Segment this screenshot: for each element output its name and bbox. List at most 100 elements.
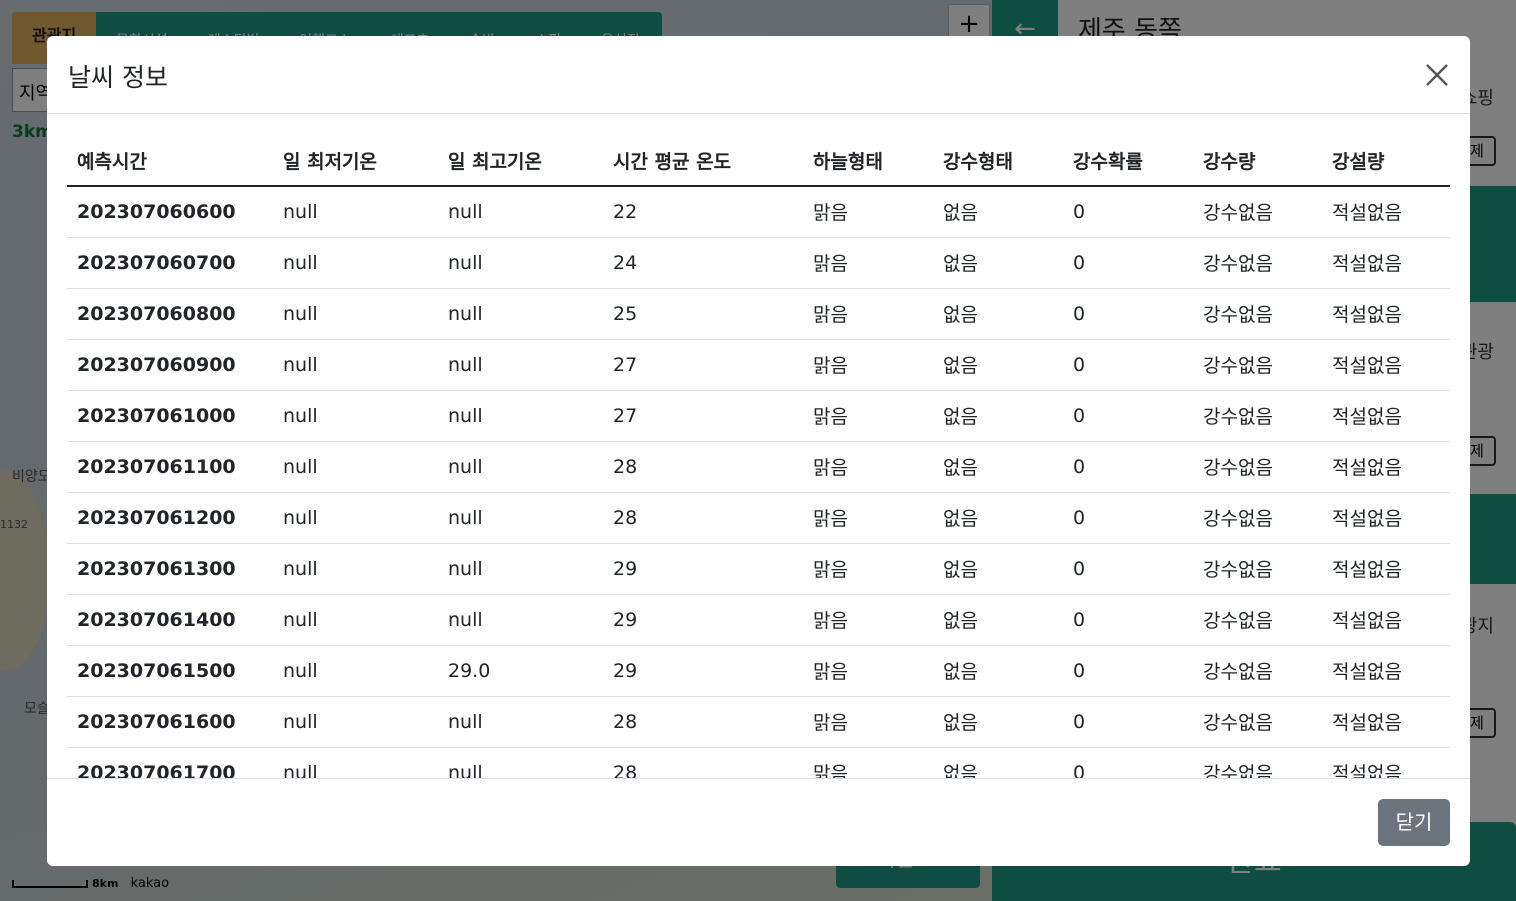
table-cell: 맑음 [803, 288, 933, 340]
table-cell: 강수없음 [1193, 237, 1322, 289]
table-cell: null [438, 747, 603, 778]
table-cell: 강수없음 [1193, 390, 1322, 442]
column-header: 강수확률 [1063, 139, 1193, 187]
column-header: 강수량 [1193, 139, 1322, 187]
table-cell: 0 [1063, 645, 1193, 697]
table-row: 202307060800 null null 25 맑음 없음 0 강수없음 적설없음 [67, 288, 1450, 340]
table-cell: 강수없음 [1193, 696, 1322, 748]
column-header: 일 최저기온 [273, 139, 438, 187]
table-row: 202307061600 null null 28 맑음 없음 0 강수없음 적설없음 [67, 696, 1450, 748]
table-cell: 강수없음 [1193, 645, 1322, 697]
table-row: 202307061100 null null 28 맑음 없음 0 강수없음 적설없음 [67, 441, 1450, 493]
table-cell: 없음 [933, 186, 1063, 238]
weather-table: 예측시간 일 최저기온 일 최고기온 시간 평균 온도 하늘형태 강수형태 강수확률 강수량 강… [67, 139, 1450, 778]
table-cell: 적설없음 [1322, 645, 1450, 697]
table-cell: null [273, 441, 438, 493]
modal-body[interactable]: 예측시간 일 최저기온 일 최고기온 시간 평균 온도 하늘형태 강수형태 강수확률 강수량 강… [47, 115, 1470, 778]
table-cell: null [438, 237, 603, 289]
table-row: 202307060600 null null 22 맑음 없음 0 강수없음 적설없음 [67, 186, 1450, 238]
table-cell: 202307061100 [67, 441, 273, 493]
column-header: 강수형태 [933, 139, 1063, 187]
table-cell: 0 [1063, 441, 1193, 493]
table-cell: null [273, 288, 438, 340]
table-cell: 202307060700 [67, 237, 273, 289]
table-cell: null [438, 441, 603, 493]
table-cell: 강수없음 [1193, 747, 1322, 778]
weather-modal: 날씨 정보 예측시간 일 최저기온 일 최고기온 시간 평균 온도 하늘형태 강수형태 강수… [47, 36, 1470, 866]
column-header: 일 최고기온 [438, 139, 603, 187]
table-cell: null [273, 696, 438, 748]
table-row: 202307061400 null null 29 맑음 없음 0 강수없음 적설없음 [67, 594, 1450, 646]
table-cell: 강수없음 [1193, 492, 1322, 544]
table-cell: null [273, 543, 438, 595]
table-cell: null [438, 186, 603, 238]
table-cell: null [273, 492, 438, 544]
table-cell: 없음 [933, 747, 1063, 778]
table-cell: 없음 [933, 237, 1063, 289]
table-cell: 맑음 [803, 186, 933, 238]
table-cell: 없음 [933, 543, 1063, 595]
table-cell: 없음 [933, 645, 1063, 697]
table-cell: 맑음 [803, 339, 933, 391]
table-cell: 29.0 [438, 645, 603, 697]
table-cell: null [273, 645, 438, 697]
table-cell: null [438, 390, 603, 442]
table-row: 202307061500 null 29.0 29 맑음 없음 0 강수없음 적설없음 [67, 645, 1450, 697]
column-header: 강설량 [1322, 139, 1450, 187]
table-cell: null [273, 339, 438, 391]
table-cell: 없음 [933, 390, 1063, 442]
table-cell: 강수없음 [1193, 441, 1322, 493]
table-cell: 24 [603, 237, 803, 289]
table-cell: 0 [1063, 390, 1193, 442]
table-cell: null [273, 594, 438, 646]
table-cell: 맑음 [803, 543, 933, 595]
table-cell: null [438, 594, 603, 646]
table-cell: 강수없음 [1193, 288, 1322, 340]
table-cell: null [438, 543, 603, 595]
table-cell: 적설없음 [1322, 288, 1450, 340]
table-cell: 202307061200 [67, 492, 273, 544]
table-cell: 맑음 [803, 492, 933, 544]
table-cell: 맑음 [803, 390, 933, 442]
table-cell: 없음 [933, 288, 1063, 340]
table-cell: null [438, 339, 603, 391]
table-cell: 0 [1063, 186, 1193, 238]
table-cell: 적설없음 [1322, 696, 1450, 748]
table-cell: 강수없음 [1193, 594, 1322, 646]
table-row: 202307060900 null null 27 맑음 없음 0 강수없음 적설없음 [67, 339, 1450, 391]
table-cell: 맑음 [803, 645, 933, 697]
column-header: 예측시간 [67, 139, 273, 187]
table-cell: null [438, 696, 603, 748]
table-row: 202307061300 null null 29 맑음 없음 0 강수없음 적설없음 [67, 543, 1450, 595]
table-cell: 없음 [933, 441, 1063, 493]
table-header-row: 예측시간 일 최저기온 일 최고기온 시간 평균 온도 하늘형태 강수형태 강수확률 강수량 강… [67, 139, 1450, 187]
table-cell: 적설없음 [1322, 390, 1450, 442]
close-icon[interactable] [1420, 58, 1454, 92]
table-cell: 27 [603, 390, 803, 442]
table-cell: 202307061300 [67, 543, 273, 595]
table-cell: 0 [1063, 543, 1193, 595]
table-cell: 맑음 [803, 237, 933, 289]
table-cell: 0 [1063, 594, 1193, 646]
table-cell: 강수없음 [1193, 543, 1322, 595]
table-cell: 없음 [933, 339, 1063, 391]
table-cell: null [273, 747, 438, 778]
table-cell: 28 [603, 492, 803, 544]
table-cell: 25 [603, 288, 803, 340]
table-cell: 적설없음 [1322, 747, 1450, 778]
table-cell: 적설없음 [1322, 186, 1450, 238]
modal-footer: 닫기 [47, 778, 1470, 866]
table-cell: 0 [1063, 288, 1193, 340]
close-button[interactable]: 닫기 [1378, 799, 1450, 846]
table-cell: 맑음 [803, 696, 933, 748]
table-cell: 적설없음 [1322, 441, 1450, 493]
table-cell: 적설없음 [1322, 543, 1450, 595]
table-cell: null [273, 390, 438, 442]
table-cell: 맑음 [803, 594, 933, 646]
table-cell: 0 [1063, 237, 1193, 289]
table-cell: 강수없음 [1193, 186, 1322, 238]
table-row: 202307061000 null null 27 맑음 없음 0 강수없음 적설없음 [67, 390, 1450, 442]
table-row: 202307060700 null null 24 맑음 없음 0 강수없음 적설없음 [67, 237, 1450, 289]
table-cell: null [438, 288, 603, 340]
table-cell: 0 [1063, 492, 1193, 544]
